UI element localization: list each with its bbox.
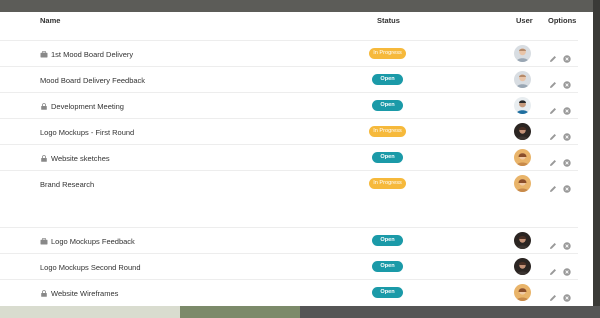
edit-icon[interactable] bbox=[549, 237, 557, 249]
user-avatar[interactable] bbox=[514, 97, 531, 114]
task-name[interactable]: Brand Research bbox=[40, 180, 94, 189]
window-background-right bbox=[593, 0, 600, 318]
delete-icon[interactable] bbox=[563, 102, 571, 115]
delete-icon[interactable] bbox=[563, 237, 571, 250]
user-avatar[interactable] bbox=[514, 232, 531, 249]
delete-icon[interactable] bbox=[563, 50, 571, 63]
task-name[interactable]: Development Meeting bbox=[40, 102, 124, 111]
window-background-bottom bbox=[0, 306, 600, 318]
task-name-label: Logo Mockups Second Round bbox=[40, 263, 141, 272]
status-badge[interactable]: In Progress bbox=[369, 126, 406, 137]
edit-icon[interactable] bbox=[549, 263, 557, 275]
table-row[interactable]: Logo Mockups Second Round Open bbox=[0, 253, 578, 280]
task-name-label: Development Meeting bbox=[51, 102, 124, 111]
status-badge[interactable]: Open bbox=[372, 287, 403, 298]
task-name-label: 1st Mood Board Delivery bbox=[51, 50, 134, 59]
task-name[interactable]: 1st Mood Board Delivery bbox=[40, 50, 133, 59]
delete-icon[interactable] bbox=[563, 154, 571, 167]
delete-icon[interactable] bbox=[563, 263, 571, 276]
lock-icon bbox=[40, 103, 48, 110]
task-name[interactable]: Website sketches bbox=[40, 154, 110, 163]
user-avatar[interactable] bbox=[514, 123, 531, 140]
edit-icon[interactable] bbox=[549, 102, 557, 114]
header-status: Status bbox=[377, 16, 400, 25]
header-name: Name bbox=[40, 16, 61, 25]
task-name-label: Website Wireframes bbox=[51, 289, 119, 298]
task-name-label: Brand Research bbox=[40, 180, 95, 189]
task-name[interactable]: Logo Mockups Second Round bbox=[40, 263, 141, 272]
edit-icon[interactable] bbox=[549, 289, 557, 301]
table-row[interactable]: Brand Research In Progress bbox=[0, 170, 578, 197]
delete-icon[interactable] bbox=[563, 180, 571, 193]
status-badge[interactable]: Open bbox=[372, 74, 403, 85]
task-name[interactable]: Logo Mockups - First Round bbox=[40, 128, 134, 137]
user-avatar[interactable] bbox=[514, 45, 531, 62]
delete-icon[interactable] bbox=[563, 289, 571, 302]
task-name[interactable]: Mood Board Delivery Feedback bbox=[40, 76, 145, 85]
edit-icon[interactable] bbox=[549, 180, 557, 192]
delete-icon[interactable] bbox=[563, 76, 571, 89]
edit-icon[interactable] bbox=[549, 154, 557, 166]
user-avatar[interactable] bbox=[514, 149, 531, 166]
task-name-label: Logo Mockups Feedback bbox=[51, 237, 135, 246]
status-badge[interactable]: Open bbox=[372, 100, 403, 111]
header-options: Options bbox=[548, 16, 577, 25]
status-badge[interactable]: Open bbox=[372, 152, 403, 163]
table-row[interactable]: 1st Mood Board Delivery In Progress bbox=[0, 40, 578, 67]
task-name-label: Logo Mockups - First Round bbox=[40, 128, 135, 137]
lock-icon bbox=[40, 155, 48, 162]
delete-icon[interactable] bbox=[563, 128, 571, 141]
window-background-top bbox=[0, 0, 600, 12]
edit-icon[interactable] bbox=[549, 128, 557, 140]
status-badge[interactable]: Open bbox=[372, 235, 403, 246]
user-avatar[interactable] bbox=[514, 175, 531, 192]
table-row[interactable]: Logo Mockups Feedback Open bbox=[0, 227, 578, 254]
edit-icon[interactable] bbox=[549, 76, 557, 88]
briefcase-icon bbox=[40, 238, 48, 245]
lock-icon bbox=[40, 290, 48, 297]
task-name-label: Website sketches bbox=[51, 154, 110, 163]
status-badge[interactable]: In Progress bbox=[369, 48, 406, 59]
status-badge[interactable]: Open bbox=[372, 261, 403, 272]
status-badge[interactable]: In Progress bbox=[369, 178, 406, 189]
task-name[interactable]: Logo Mockups Feedback bbox=[40, 237, 135, 246]
task-name-label: Mood Board Delivery Feedback bbox=[40, 76, 146, 85]
user-avatar[interactable] bbox=[514, 71, 531, 88]
table-row[interactable]: Logo Mockups - First Round In Progress bbox=[0, 118, 578, 145]
edit-icon[interactable] bbox=[549, 50, 557, 62]
table-row[interactable]: Website sketches Open bbox=[0, 144, 578, 171]
table-row[interactable]: Development Meeting Open bbox=[0, 92, 578, 119]
table-header: Name Status User Options bbox=[0, 12, 593, 34]
user-avatar[interactable] bbox=[514, 258, 531, 275]
briefcase-icon bbox=[40, 51, 48, 58]
table-row[interactable]: Mood Board Delivery Feedback Open bbox=[0, 66, 578, 93]
table-row[interactable]: Website Wireframes Open bbox=[0, 279, 578, 306]
user-avatar[interactable] bbox=[514, 284, 531, 301]
task-list-panel: Name Status User Options 1st Mood Board … bbox=[0, 12, 593, 306]
task-name[interactable]: Website Wireframes bbox=[40, 289, 118, 298]
header-user: User bbox=[516, 16, 533, 25]
